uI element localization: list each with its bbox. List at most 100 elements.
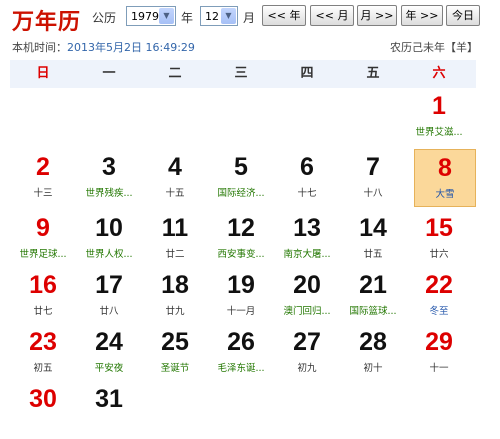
day-cell[interactable]: 31 <box>76 381 142 439</box>
year-unit-label: 年 <box>181 11 194 25</box>
day-cell[interactable]: 17 廿八 <box>76 267 142 325</box>
day-number: 10 <box>95 214 123 242</box>
next-month-button[interactable]: 月 >> <box>357 5 397 26</box>
lunar-year: 农历己未年【羊】 <box>390 41 478 54</box>
day-note: 世界足球... <box>19 249 67 260</box>
year-select-value: 1979 <box>131 10 159 23</box>
local-time-label: 本机时间： <box>12 41 67 54</box>
prev-month-button[interactable]: << 月 <box>310 5 354 26</box>
app-title: 万年历 <box>12 9 82 35</box>
day-number: 22 <box>425 271 453 299</box>
weekday-mon: 一 <box>102 66 116 81</box>
day-cell[interactable]: 27 初九 <box>274 324 340 382</box>
day-number: 20 <box>293 271 321 299</box>
day-note: 十一月 <box>226 306 256 317</box>
day-number: 29 <box>425 328 453 356</box>
day-number: 25 <box>161 328 189 356</box>
day-note: 十七 <box>297 188 317 199</box>
day-cell[interactable]: 21 国际篮球... <box>340 267 406 325</box>
calendar-grid: 1 世界艾滋... 2 十三 3 世界残疾... 4 十五 5 国际经济... 6 十七 7… <box>10 88 476 413</box>
day-cell[interactable]: 26 毛泽东诞... <box>208 324 274 382</box>
next-year-button[interactable]: 年 >> <box>401 5 443 26</box>
month-select-value: 12 <box>205 10 219 23</box>
day-cell[interactable]: 4 十五 <box>142 149 208 207</box>
month-select[interactable]: 12 ▼ <box>200 6 238 26</box>
chevron-down-icon: ▼ <box>221 8 236 24</box>
day-number: 31 <box>95 385 123 413</box>
day-cell[interactable]: 28 初十 <box>340 324 406 382</box>
day-cell[interactable]: 29 十一 <box>406 324 472 382</box>
local-time-value: 2013年5月2日 16:49:29 <box>67 41 195 54</box>
day-number: 23 <box>29 328 57 356</box>
day-note: 国际经济... <box>217 188 265 199</box>
day-number: 8 <box>438 154 452 182</box>
day-number: 5 <box>234 153 248 181</box>
day-cell[interactable]: 14 廿五 <box>340 210 406 268</box>
day-cell[interactable]: 22 冬至 <box>406 267 472 325</box>
day-number: 6 <box>300 153 314 181</box>
day-cell[interactable]: 19 十一月 <box>208 267 274 325</box>
day-note: 大雪 <box>435 189 455 200</box>
day-number: 26 <box>227 328 255 356</box>
day-note: 十八 <box>363 188 383 199</box>
day-number: 2 <box>36 153 50 181</box>
day-note: 圣诞节 <box>160 363 190 374</box>
day-number: 18 <box>161 271 189 299</box>
day-cell[interactable]: 16 廿七 <box>10 267 76 325</box>
day-number: 4 <box>168 153 182 181</box>
day-note: 十五 <box>165 188 185 199</box>
today-button[interactable]: 今日 <box>446 5 480 26</box>
day-number: 27 <box>293 328 321 356</box>
day-cell[interactable]: 1 世界艾滋... <box>406 88 472 146</box>
day-note: 初十 <box>363 363 383 374</box>
day-cell[interactable]: 7 十八 <box>340 149 406 207</box>
weekday-tue: 二 <box>168 66 182 81</box>
day-cell[interactable]: 24 平安夜 <box>76 324 142 382</box>
day-number: 12 <box>227 214 255 242</box>
prev-year-button[interactable]: << 年 <box>262 5 306 26</box>
weekday-sat: 六 <box>432 66 446 81</box>
calendar-type-label: 公历 <box>92 11 117 25</box>
day-cell[interactable]: 13 南京大屠... <box>274 210 340 268</box>
day-cell[interactable]: 3 世界残疾... <box>76 149 142 207</box>
day-cell[interactable]: 5 国际经济... <box>208 149 274 207</box>
year-select[interactable]: 1979 ▼ <box>126 6 176 26</box>
day-note: 世界人权... <box>85 249 133 260</box>
day-note: 十一 <box>429 363 449 374</box>
day-cell[interactable]: 30 <box>10 381 76 439</box>
day-note: 廿九 <box>165 306 185 317</box>
day-number: 28 <box>359 328 387 356</box>
day-cell[interactable]: 11 廿二 <box>142 210 208 268</box>
day-cell[interactable]: 15 廿六 <box>406 210 472 268</box>
day-number: 21 <box>359 271 387 299</box>
day-number: 13 <box>293 214 321 242</box>
day-cell[interactable]: 10 世界人权... <box>76 210 142 268</box>
day-cell-today[interactable]: 8 大雪 <box>414 149 476 207</box>
day-number: 19 <box>227 271 255 299</box>
day-cell[interactable]: 2 十三 <box>10 149 76 207</box>
day-cell[interactable]: 6 十七 <box>274 149 340 207</box>
day-cell[interactable]: 9 世界足球... <box>10 210 76 268</box>
month-unit-label: 月 <box>243 11 256 25</box>
day-note: 廿八 <box>99 306 119 317</box>
day-number: 14 <box>359 214 387 242</box>
day-note: 冬至 <box>429 306 449 317</box>
day-number: 16 <box>29 271 57 299</box>
day-cell[interactable]: 20 澳门回归... <box>274 267 340 325</box>
day-cell[interactable]: 12 西安事变... <box>208 210 274 268</box>
day-note: 澳门回归... <box>283 306 331 317</box>
chevron-down-icon: ▼ <box>159 8 174 24</box>
day-number: 24 <box>95 328 123 356</box>
weekday-sun: 日 <box>36 66 50 81</box>
day-note: 初五 <box>33 363 53 374</box>
day-note: 初九 <box>297 363 317 374</box>
day-note: 世界艾滋... <box>415 127 463 138</box>
day-note: 廿五 <box>363 249 383 260</box>
local-time: 本机时间：2013年5月2日 16:49:29 <box>12 39 195 55</box>
day-note: 廿六 <box>429 249 449 260</box>
day-cell[interactable]: 18 廿九 <box>142 267 208 325</box>
day-cell[interactable]: 25 圣诞节 <box>142 324 208 382</box>
day-note: 毛泽东诞... <box>217 363 265 374</box>
day-number: 9 <box>36 214 50 242</box>
day-cell[interactable]: 23 初五 <box>10 324 76 382</box>
